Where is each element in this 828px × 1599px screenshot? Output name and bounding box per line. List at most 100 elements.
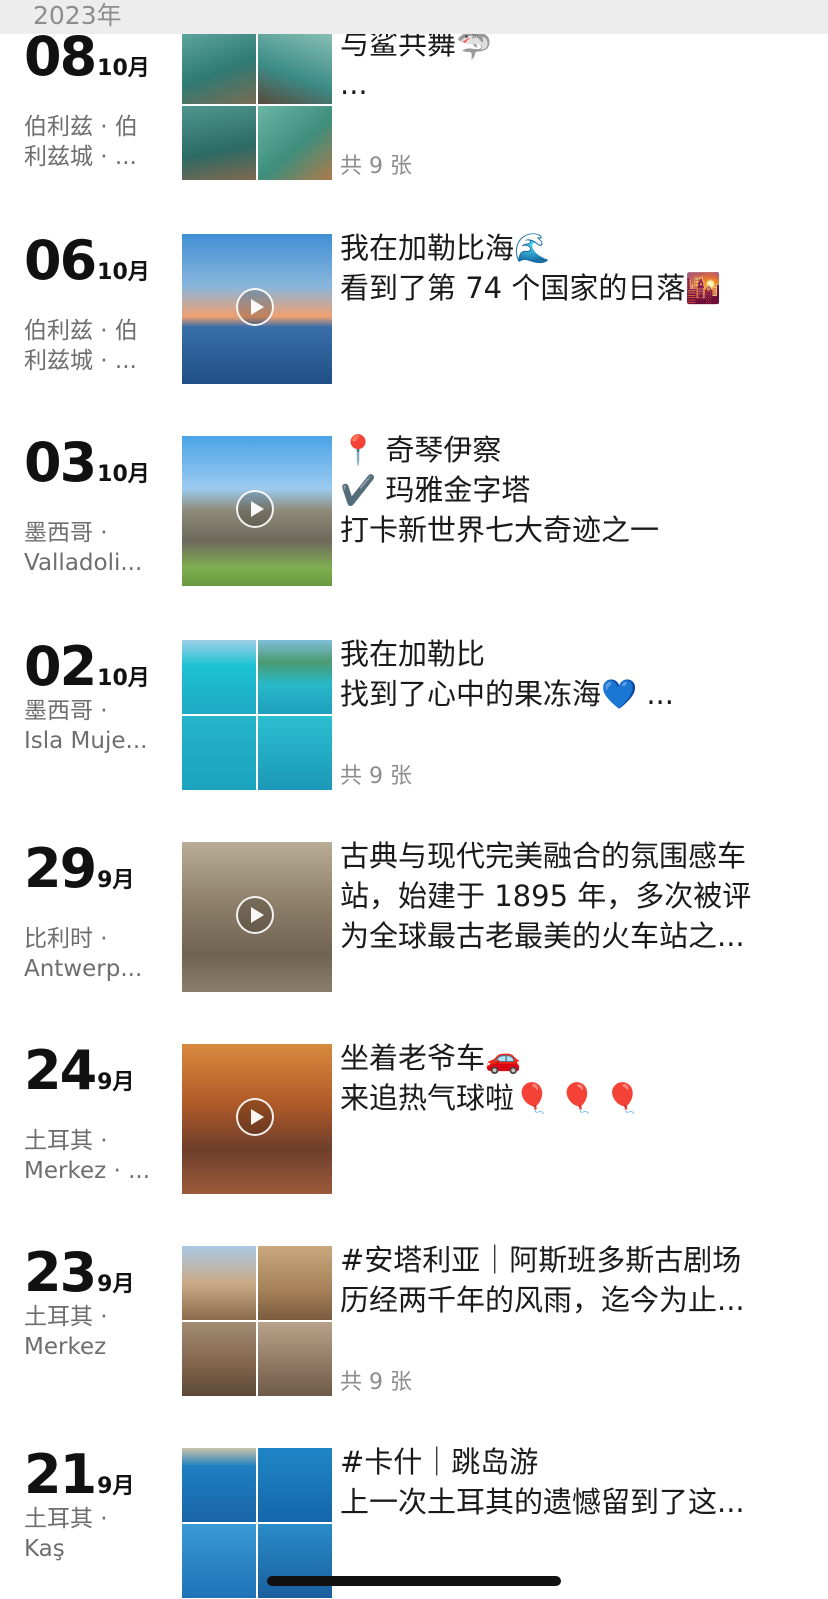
photo-count: 共 9 张: [340, 764, 412, 789]
home-indicator[interactable]: [267, 1576, 561, 1586]
photo-thumbnail[interactable]: [182, 716, 256, 790]
post-date: 219月: [24, 1448, 134, 1502]
location-line: Isla Muje...: [24, 728, 148, 754]
post-text-line: ...: [340, 67, 368, 101]
post-text-line: 看到了第 74 个国家的日落🌇: [340, 271, 722, 305]
play-icon[interactable]: [236, 1098, 274, 1136]
year-label: 2023年: [33, 1, 122, 30]
play-icon[interactable]: [236, 896, 274, 934]
post-day: 29: [24, 837, 97, 900]
photo-thumbnail[interactable]: [258, 1524, 332, 1598]
post-text-line: 坐着老爷车🚗: [340, 1041, 522, 1075]
post-location: 伯利兹 · 伯 利兹城 · ...: [24, 112, 160, 172]
post-day: 21: [24, 1443, 97, 1506]
post-text-line: 上一次土耳其的遗憾留到了这...: [340, 1485, 745, 1519]
photo-grid[interactable]: [182, 1246, 332, 1396]
photo-thumbnail[interactable]: [182, 1322, 256, 1396]
post-day: 03: [24, 431, 97, 494]
post-date: 0810月: [24, 30, 150, 84]
post-text[interactable]: 📍 奇琴伊察 ✔️ 玛雅金字塔 打卡新世界七大奇迹之一: [340, 430, 800, 550]
post-item[interactable]: 0310月 墨西哥 · Valladoli... 📍 奇琴伊察 ✔️ 玛雅金字塔…: [0, 433, 828, 586]
post-text[interactable]: #安塔利亚｜阿斯班多斯古剧场 历经两千年的风雨，迄今为止...: [340, 1240, 800, 1320]
post-month: 10月: [97, 666, 150, 691]
post-item[interactable]: 249月 土耳其 · Merkez · ... 坐着老爷车🚗 来追热气球啦🎈 🎈…: [0, 1041, 828, 1194]
location-line: 墨西哥 ·: [24, 698, 108, 724]
post-location: 伯利兹 · 伯 利兹城 · ...: [24, 316, 160, 376]
location-line: 利兹城 · ...: [24, 144, 137, 170]
post-item[interactable]: 0210月 墨西哥 · Isla Muje... 我在加勒比 找到了心中的果冻海…: [0, 637, 828, 790]
location-line: Antwerp...: [24, 956, 143, 982]
post-date: 249月: [24, 1044, 134, 1098]
post-day: 02: [24, 635, 97, 698]
photo-thumbnail[interactable]: [258, 1322, 332, 1396]
photo-thumbnail[interactable]: [258, 30, 332, 104]
post-month: 9月: [97, 1272, 135, 1297]
post-location: 墨西哥 · Isla Muje...: [24, 696, 160, 756]
post-day: 24: [24, 1039, 97, 1102]
post-date: 0310月: [24, 436, 150, 490]
photo-thumbnail[interactable]: [258, 716, 332, 790]
post-text[interactable]: 古典与现代完美融合的氛围感车 站，始建于 1895 年，多次被评 为全球最古老最…: [340, 836, 800, 956]
post-month: 9月: [97, 868, 135, 893]
post-day: 08: [24, 25, 97, 88]
location-line: Merkez: [24, 1334, 107, 1360]
post-item[interactable]: 0810月 伯利兹 · 伯 利兹城 · ... 与鲨共舞🦈 ... 共 9 张: [0, 27, 828, 180]
post-text[interactable]: 我在加勒比海🌊 看到了第 74 个国家的日落🌇: [340, 228, 800, 308]
post-text-line: 来追热气球啦🎈 🎈 🎈: [340, 1081, 641, 1115]
post-text-line: 找到了心中的果冻海💙 ...: [340, 677, 674, 711]
post-location: 比利时 · Antwerp...: [24, 924, 160, 984]
photo-thumbnail[interactable]: [258, 640, 332, 714]
post-month: 9月: [97, 1070, 135, 1095]
post-text-line: 为全球最古老最美的火车站之...: [340, 919, 745, 953]
post-date: 0210月: [24, 640, 150, 694]
post-item[interactable]: 239月 土耳其 · Merkez #安塔利亚｜阿斯班多斯古剧场 历经两千年的风…: [0, 1243, 828, 1396]
post-text[interactable]: 与鲨共舞🦈 ...: [340, 24, 800, 104]
year-header: 2023年: [0, 0, 828, 34]
location-line: 土耳其 ·: [24, 1506, 108, 1532]
location-line: 利兹城 · ...: [24, 348, 137, 374]
photo-count: 共 9 张: [340, 154, 412, 179]
post-text-line: 打卡新世界七大奇迹之一: [340, 513, 660, 547]
post-text-line: 历经两千年的风雨，迄今为止...: [340, 1283, 745, 1317]
photo-grid[interactable]: [182, 30, 332, 180]
photo-thumbnail[interactable]: [258, 106, 332, 180]
post-location: 土耳其 · Merkez · ...: [24, 1126, 160, 1186]
photo-thumbnail[interactable]: [182, 30, 256, 104]
post-month: 10月: [97, 260, 150, 285]
photo-thumbnail[interactable]: [258, 1246, 332, 1320]
photo-thumbnail[interactable]: [182, 106, 256, 180]
post-date: 0610月: [24, 234, 150, 288]
play-icon[interactable]: [236, 490, 274, 528]
post-month: 9月: [97, 1474, 135, 1499]
video-thumbnail[interactable]: [182, 436, 332, 586]
photo-thumbnail[interactable]: [182, 1448, 256, 1522]
post-text-line: 古典与现代完美融合的氛围感车: [340, 839, 747, 873]
photo-thumbnail[interactable]: [258, 1448, 332, 1522]
post-text-line: 我在加勒比: [340, 637, 486, 671]
photo-thumbnail[interactable]: [182, 640, 256, 714]
location-line: 伯利兹 · 伯: [24, 318, 138, 344]
location-line: 伯利兹 · 伯: [24, 114, 138, 140]
post-item[interactable]: 299月 比利时 · Antwerp... 古典与现代完美融合的氛围感车 站，始…: [0, 839, 828, 992]
play-icon[interactable]: [236, 288, 274, 326]
post-item[interactable]: 0610月 伯利兹 · 伯 利兹城 · ... 我在加勒比海🌊 看到了第 74 …: [0, 231, 828, 384]
post-location: 土耳其 · Merkez: [24, 1302, 160, 1362]
post-text-line: 我在加勒比海🌊: [340, 231, 551, 265]
post-text[interactable]: 我在加勒比 找到了心中的果冻海💙 ...: [340, 634, 800, 714]
location-line: Valladoli...: [24, 550, 143, 576]
location-line: Kaş: [24, 1536, 65, 1562]
video-thumbnail[interactable]: [182, 234, 332, 384]
post-day: 23: [24, 1241, 97, 1304]
post-text[interactable]: #卡什｜跳岛游 上一次土耳其的遗憾留到了这...: [340, 1442, 800, 1522]
photo-thumbnail[interactable]: [182, 1246, 256, 1320]
post-date: 299月: [24, 842, 134, 896]
post-text-line: #安塔利亚｜阿斯班多斯古剧场: [340, 1243, 742, 1277]
post-day: 06: [24, 229, 97, 292]
photo-grid[interactable]: [182, 640, 332, 790]
video-thumbnail[interactable]: [182, 842, 332, 992]
location-line: 土耳其 ·: [24, 1304, 108, 1330]
video-thumbnail[interactable]: [182, 1044, 332, 1194]
photo-thumbnail[interactable]: [182, 1524, 256, 1598]
post-location: 墨西哥 · Valladoli...: [24, 518, 160, 578]
post-text[interactable]: 坐着老爷车🚗 来追热气球啦🎈 🎈 🎈: [340, 1038, 800, 1118]
